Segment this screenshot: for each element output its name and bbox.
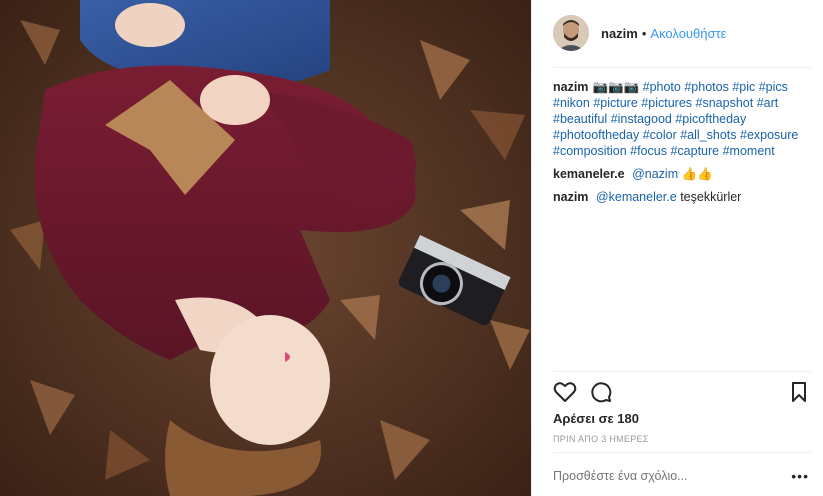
hashtag-link[interactable]: #focus (630, 144, 667, 158)
hashtag-link[interactable]: #color (643, 128, 677, 142)
hashtag-link[interactable]: #composition (553, 144, 627, 158)
caption-username[interactable]: nazim (553, 80, 588, 94)
comment-mention[interactable]: @kemaneler.e (596, 190, 677, 204)
follow-button[interactable]: Ακολουθήστε (650, 26, 726, 41)
hashtag-link[interactable]: #picoftheday (675, 112, 746, 126)
comment-mention[interactable]: @nazim (632, 167, 678, 181)
action-bar (553, 378, 811, 406)
hashtag-link[interactable]: #exposure (740, 128, 798, 142)
caption-emojis: 📷📷📷 (592, 80, 640, 94)
hashtag-link[interactable]: #moment (723, 144, 775, 158)
more-options-button[interactable]: ••• (791, 468, 809, 484)
hashtag-link[interactable]: #capture (670, 144, 719, 158)
hashtag-link[interactable]: #beautiful (553, 112, 607, 126)
header-separator: • (641, 25, 647, 41)
likes-count[interactable]: Αρέσει σε 180 (553, 411, 639, 426)
caption: nazim 📷📷📷 #photo #photos #pic #pics #niko… (553, 79, 815, 159)
comment-username[interactable]: nazim (553, 190, 588, 204)
caption-hashtags: #photo #photos #pic #pics #nikon #pictur… (553, 80, 798, 158)
comment-item: kemaneler.e @nazim 👍👍 (553, 166, 815, 182)
hashtag-link[interactable]: #instagood (611, 112, 672, 126)
hashtag-link[interactable]: #art (757, 96, 779, 110)
post-photo[interactable] (0, 0, 531, 496)
comments-list: nazim 📷📷📷 #photo #photos #pic #pics #niko… (553, 79, 815, 212)
bookmark-icon (792, 382, 806, 402)
hashtag-link[interactable]: #snapshot (696, 96, 754, 110)
timestamp[interactable]: ΠΡΙΝ ΑΠΟ 3 ΗΜΕΡΕΣ (553, 434, 649, 444)
comment-username[interactable]: kemaneler.e (553, 167, 625, 181)
add-comment-input[interactable] (553, 466, 773, 486)
hashtag-link[interactable]: #pic (732, 80, 755, 94)
heart-icon (553, 382, 577, 402)
like-button[interactable] (553, 380, 577, 404)
hashtag-link[interactable]: #photo (643, 80, 681, 94)
hashtag-link[interactable]: #photos (684, 80, 728, 94)
comment-item: nazim @kemaneler.e teşekkürler (553, 189, 815, 205)
comment-button[interactable] (589, 380, 613, 404)
header-divider (553, 67, 811, 68)
save-button[interactable] (787, 380, 811, 404)
avatar-image (553, 15, 589, 51)
avatar[interactable] (553, 15, 589, 51)
actions-divider (553, 371, 811, 372)
comment-text: teşekkürler (680, 190, 742, 204)
hashtag-link[interactable]: #all_shots (680, 128, 736, 142)
hashtag-link[interactable]: #photooftheday (553, 128, 639, 142)
hashtag-link[interactable]: #nikon (553, 96, 590, 110)
post-image (0, 0, 531, 496)
header-username[interactable]: nazim (601, 26, 638, 41)
comment-text: 👍👍 (681, 167, 713, 181)
hashtag-link[interactable]: #pictures (641, 96, 692, 110)
post-header: nazim • Ακολουθήστε (532, 0, 823, 66)
comment-bubble-icon (591, 382, 612, 403)
comment-divider (553, 452, 811, 453)
hashtag-link[interactable]: #picture (593, 96, 637, 110)
hashtag-link[interactable]: #pics (759, 80, 788, 94)
post-side-panel: nazim • Ακολουθήστε nazim 📷📷📷 #photo #pho… (531, 0, 823, 496)
